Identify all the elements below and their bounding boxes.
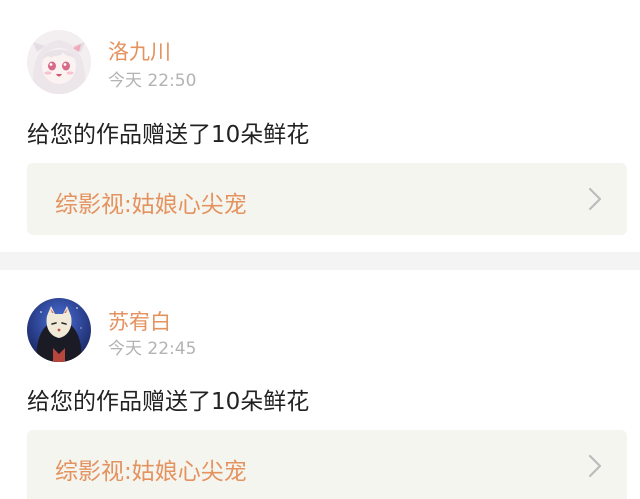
work-link-card[interactable]: 综影视:姑娘心尖宠 xyxy=(27,430,627,499)
anime-girl-avatar-icon xyxy=(27,30,91,94)
timestamp: 今天 22:50 xyxy=(108,71,197,91)
notification-item: 洛九川 今天 22:50 给您的作品赠送了10朵鲜花 综影视:姑娘心尖宠 xyxy=(0,0,640,252)
chevron-right-icon xyxy=(588,187,602,211)
notification-item: 苏宥白 今天 22:45 给您的作品赠送了10朵鲜花 综影视:姑娘心尖宠 xyxy=(0,270,640,499)
chevron-right-icon xyxy=(588,454,602,478)
notification-message: 给您的作品赠送了10朵鲜花 xyxy=(27,122,310,148)
avatar[interactable] xyxy=(27,298,91,362)
avatar[interactable] xyxy=(27,30,91,94)
fox-mask-avatar-icon xyxy=(27,298,91,362)
timestamp: 今天 22:45 xyxy=(108,339,197,359)
username[interactable]: 苏宥白 xyxy=(108,306,171,336)
work-title: 综影视:姑娘心尖宠 xyxy=(55,459,247,485)
work-title: 综影视:姑娘心尖宠 xyxy=(55,192,247,218)
section-divider xyxy=(0,252,640,270)
notification-message: 给您的作品赠送了10朵鲜花 xyxy=(27,389,310,415)
username[interactable]: 洛九川 xyxy=(108,36,171,66)
notification-feed: 洛九川 今天 22:50 给您的作品赠送了10朵鲜花 综影视:姑娘心尖宠 苏宥白… xyxy=(0,0,640,499)
work-link-card[interactable]: 综影视:姑娘心尖宠 xyxy=(27,163,627,235)
